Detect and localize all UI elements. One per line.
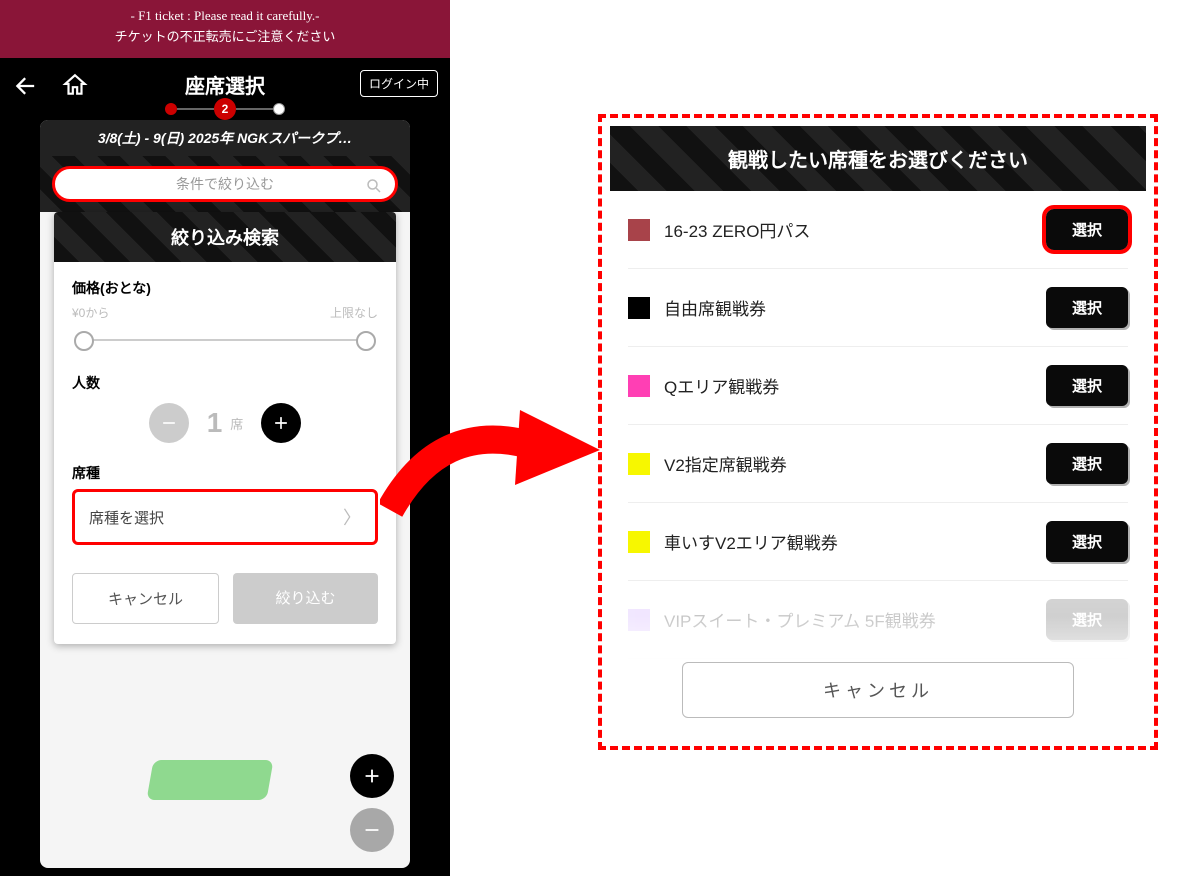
- filter-modal-body: 価格(おとな) ¥0から 上限なし 人数 1 席 席種: [54, 262, 396, 644]
- event-title: 3/8(土) - 9(日) 2025年 NGKスパークプ…: [40, 120, 410, 156]
- seat-color-swatch: [628, 531, 650, 553]
- seat-type-popup: 観戦したい席種をお選びください 16-23 ZERO円パス選択自由席観戦券選択Q…: [610, 126, 1146, 738]
- notice-bar: - F1 ticket : Please read it carefully.-…: [0, 0, 450, 58]
- slider-knob-min[interactable]: [74, 331, 94, 351]
- seat-type-label: 席種: [72, 463, 378, 483]
- seat-color-swatch: [628, 297, 650, 319]
- people-unit: 席: [230, 414, 243, 433]
- notice-line-1: - F1 ticket : Please read it carefully.-: [0, 6, 450, 27]
- seat-type-row: Qエリア観戦券選択: [628, 347, 1128, 425]
- slider-knob-max[interactable]: [356, 331, 376, 351]
- zoom-out-button[interactable]: [350, 808, 394, 852]
- slider-track: [84, 339, 366, 341]
- seat-type-name: 自由席観戦券: [664, 295, 1046, 320]
- step-dot-2: 2: [214, 98, 236, 120]
- price-range-hints: ¥0から 上限なし: [72, 304, 378, 321]
- seat-type-name: V2指定席観戦券: [664, 451, 1046, 476]
- seat-select-button[interactable]: 選択: [1046, 365, 1128, 406]
- seat-type-name: Qエリア観戦券: [664, 373, 1046, 398]
- seat-popup-cancel-button[interactable]: キャンセル: [682, 662, 1074, 718]
- search-icon: [365, 177, 383, 195]
- seat-select-text: 席種を選択: [89, 507, 164, 528]
- filter-cancel-button[interactable]: キャンセル: [72, 573, 219, 624]
- seat-type-name: VIPスイート・プレミアム 5F観戦券: [664, 607, 1046, 632]
- seat-select-button[interactable]: 選択: [1046, 209, 1128, 250]
- seat-select-button[interactable]: 選択: [1046, 599, 1128, 640]
- price-label: 価格(おとな): [72, 278, 378, 298]
- seat-type-name: 車いすV2エリア観戦券: [664, 529, 1046, 554]
- seat-type-name: 16-23 ZERO円パス: [664, 217, 1046, 242]
- seat-type-select-button[interactable]: 席種を選択 〉: [72, 489, 378, 545]
- filter-pill[interactable]: 条件で絞り込む: [52, 166, 398, 202]
- filter-modal-footer: キャンセル 絞り込む: [72, 573, 378, 624]
- people-value: 1: [207, 407, 223, 439]
- filter-pill-label: 条件で絞り込む: [176, 174, 274, 194]
- back-icon[interactable]: [12, 72, 40, 100]
- seat-popup-title: 観戦したい席種をお選びください: [610, 126, 1146, 191]
- app-header: 座席選択 ログイン中 2: [0, 58, 450, 112]
- filter-pill-wrap: 条件で絞り込む: [40, 156, 410, 212]
- seat-color-swatch: [628, 219, 650, 241]
- chevron-right-icon: 〉: [343, 504, 361, 530]
- seat-type-row: VIPスイート・プレミアム 5F観戦券選択: [628, 581, 1128, 659]
- people-minus-button[interactable]: [149, 403, 189, 443]
- price-to: 上限なし: [330, 304, 378, 321]
- people-label: 人数: [72, 373, 378, 393]
- seat-popup-callout: 観戦したい席種をお選びください 16-23 ZERO円パス選択自由席観戦券選択Q…: [598, 114, 1158, 750]
- step-line: [236, 108, 273, 110]
- seat-type-row: 自由席観戦券選択: [628, 269, 1128, 347]
- seat-type-row: 16-23 ZERO円パス選択: [628, 191, 1128, 269]
- seat-color-swatch: [628, 375, 650, 397]
- step-line: [177, 108, 214, 110]
- seat-color-swatch: [628, 609, 650, 631]
- seat-type-list: 16-23 ZERO円パス選択自由席観戦券選択Qエリア観戦券選択V2指定席観戦券…: [610, 191, 1146, 659]
- seat-type-row: 車いすV2エリア観戦券選択: [628, 503, 1128, 581]
- seat-type-row: V2指定席観戦券選択: [628, 425, 1128, 503]
- step-dot-3: [273, 103, 285, 115]
- home-icon[interactable]: [62, 72, 90, 100]
- seat-select-button[interactable]: 選択: [1046, 443, 1128, 484]
- zoom-in-button[interactable]: [350, 754, 394, 798]
- people-counter: 1 席: [72, 403, 378, 443]
- callout-arrow: [380, 400, 610, 520]
- price-from: ¥0から: [72, 304, 109, 321]
- notice-line-2: チケットの不正転売にご注意ください: [0, 27, 450, 48]
- filter-submit-button[interactable]: 絞り込む: [233, 573, 378, 624]
- filter-modal-title: 絞り込み検索: [54, 212, 396, 262]
- seat-select-button[interactable]: 選択: [1046, 521, 1128, 562]
- progress-stepper: 2: [165, 98, 285, 120]
- step-dot-1: [165, 103, 177, 115]
- page-title: 座席選択: [185, 70, 265, 99]
- filter-modal: 絞り込み検索 価格(おとな) ¥0から 上限なし 人数 1 席: [54, 212, 396, 644]
- people-plus-button[interactable]: [261, 403, 301, 443]
- seat-color-swatch: [628, 453, 650, 475]
- seat-select-button[interactable]: 選択: [1046, 287, 1128, 328]
- seat-map-shape[interactable]: [146, 760, 273, 800]
- login-badge[interactable]: ログイン中: [360, 70, 438, 97]
- price-slider[interactable]: [72, 325, 378, 355]
